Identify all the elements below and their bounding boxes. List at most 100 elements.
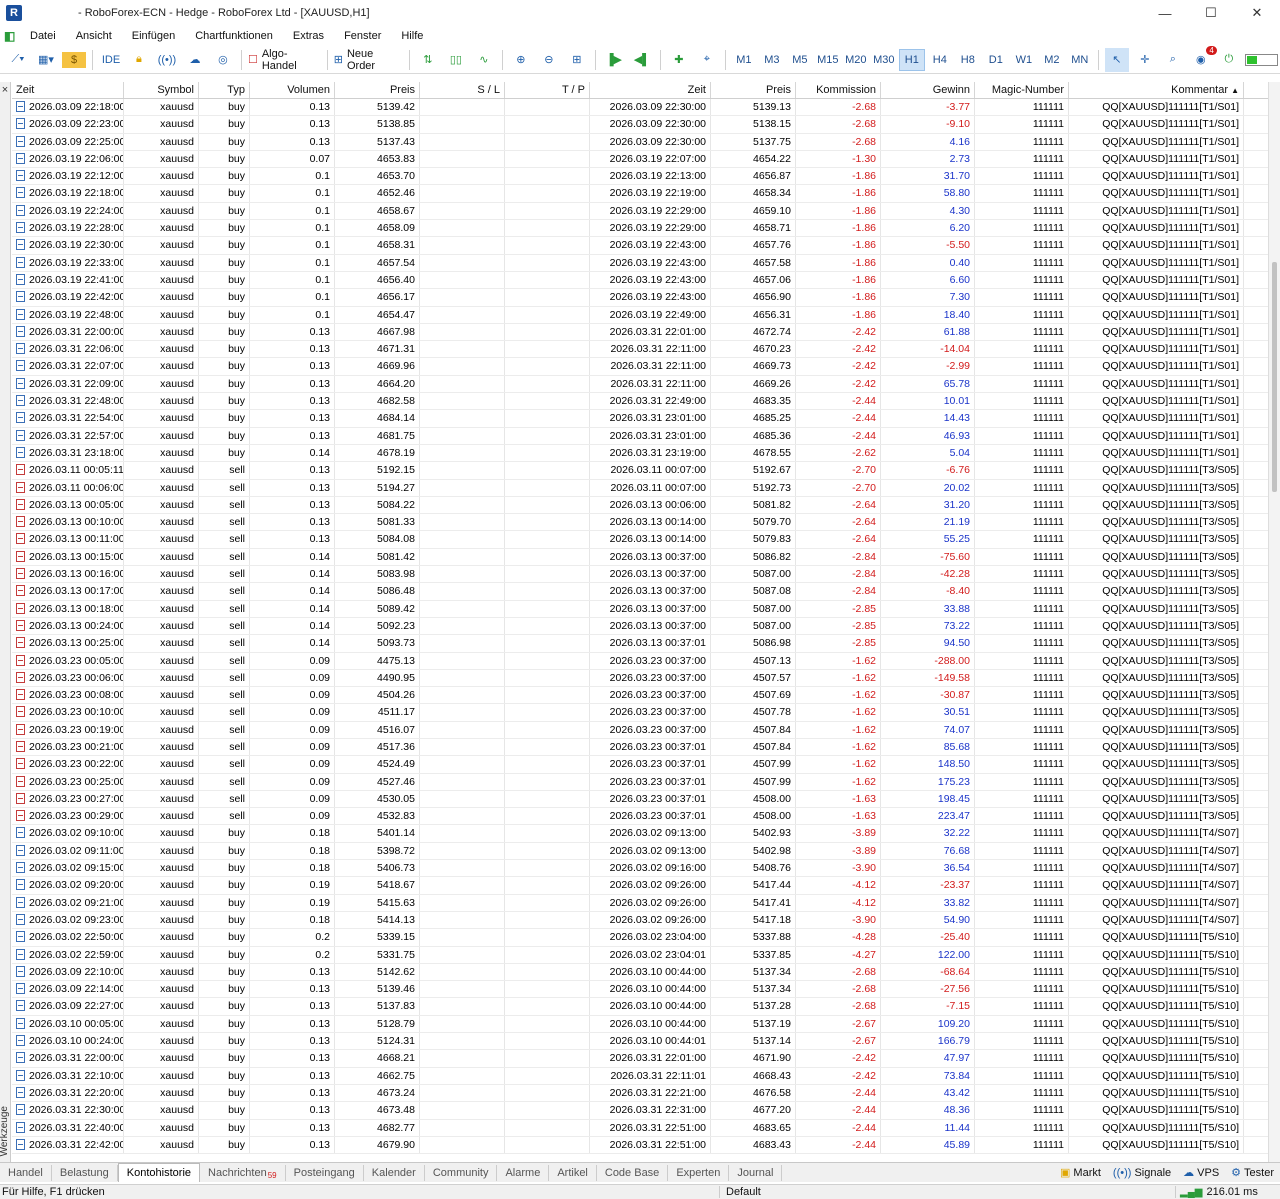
chart-type-icon[interactable]: ⟋▾ [6,48,30,72]
timeframe-mn[interactable]: MN [1067,49,1093,71]
status-profile[interactable]: Default [720,1186,1176,1198]
table-row[interactable]: 2026.03.31 22:30:00 xauusd buy 0.13 4673.48 2… [12,1102,1268,1120]
tab-community[interactable]: Community [425,1164,498,1181]
tester-button[interactable]: ⚙ Tester [1225,1166,1280,1180]
header-kommentar[interactable]: Kommentar ▲ [1069,82,1244,98]
table-row[interactable]: 2026.03.23 00:27:00 xauusd sell 0.09 4530.05… [12,790,1268,809]
timeframe-w1[interactable]: W1 [1011,49,1037,71]
cursor-icon[interactable]: ↖ [1104,47,1129,72]
header-magic-number[interactable]: Magic-Number [975,82,1069,98]
table-row[interactable]: 2026.03.19 22:18:00 xauusd buy 0.1 4652.46 20… [12,185,1268,203]
header-gewinn[interactable]: Gewinn [881,82,975,98]
ide-button[interactable]: IDE [99,48,123,72]
line-chart-icon[interactable]: ∿ [472,48,496,72]
close-panel-icon[interactable]: × [0,84,10,96]
market-button[interactable]: ▣ Markt [1054,1166,1107,1180]
table-row[interactable]: 2026.03.31 22:42:00 xauusd buy 0.13 4679.90 2… [12,1136,1268,1155]
header-kommission[interactable]: Kommission [796,82,881,98]
menu-chartfunktionen[interactable]: Chartfunktionen [185,30,283,42]
table-row[interactable]: 2026.03.31 23:18:00 xauusd buy 0.14 4678.19 2… [12,444,1268,463]
timeframe-h4[interactable]: H4 [927,49,953,71]
header-volumen[interactable]: Volumen [250,82,335,98]
header-sl[interactable]: S / L [420,82,505,98]
table-row[interactable]: 2026.03.31 22:00:00 xauusd buy 0.13 4667.98 2… [12,323,1268,342]
table-row[interactable]: 2026.03.13 00:05:00 xauusd sell 0.13 5084.22… [12,496,1268,515]
table-row[interactable]: 2026.03.02 22:59:00 xauusd buy 0.2 5331.75 20… [12,946,1268,964]
table-row[interactable]: 2026.03.13 00:11:00 xauusd sell 0.13 5084.08… [12,531,1268,549]
table-row[interactable]: 2026.03.19 22:33:00 xauusd buy 0.1 4657.54 20… [12,254,1268,272]
tab-nachrichten[interactable]: Nachrichten59 [200,1164,286,1181]
table-row[interactable]: 2026.03.02 09:23:00 xauusd buy 0.18 5414.13 2… [12,911,1268,930]
trade-icon[interactable]: $ [62,51,86,68]
table-row[interactable]: 2026.03.23 00:25:00 xauusd sell 0.09 4527.46… [12,773,1268,791]
timeframe-m15[interactable]: M15 [815,49,841,71]
table-row[interactable]: 2026.03.19 22:24:00 xauusd buy 0.1 4658.67 20… [12,202,1268,221]
tab-handel[interactable]: Handel [0,1164,52,1181]
table-row[interactable]: 2026.03.31 22:40:00 xauusd buy 0.13 4682.77 2… [12,1119,1268,1137]
timeframe-m2[interactable]: M2 [1039,49,1065,71]
close-icon[interactable]: ✕ [1234,0,1280,26]
table-row[interactable]: 2026.03.19 22:41:00 xauusd buy 0.1 4656.40 20… [12,271,1268,290]
menu-extras[interactable]: Extras [283,30,334,42]
candles-icon[interactable]: ▯▯ [444,48,468,72]
table-row[interactable]: 2026.03.09 22:10:00 xauusd buy 0.13 5142.62 2… [12,963,1268,982]
signals-button[interactable]: ((•)) Signale [1107,1167,1177,1179]
table-row[interactable]: 2026.03.02 09:10:00 xauusd buy 0.18 5401.14 2… [12,825,1268,843]
table-row[interactable]: 2026.03.13 00:10:00 xauusd sell 0.13 5081.33… [12,514,1268,532]
indicators-icon[interactable]: ✚ [667,48,691,72]
tab-experten[interactable]: Experten [668,1164,730,1181]
table-row[interactable]: 2026.03.09 22:14:00 xauusd buy 0.13 5139.46 2… [12,981,1268,999]
table-row[interactable]: 2026.03.10 00:05:00 xauusd buy 0.13 5128.79 2… [12,1015,1268,1034]
tab-posteingang[interactable]: Posteingang [286,1164,364,1181]
table-row[interactable]: 2026.03.23 00:05:00 xauusd sell 0.09 4475.13… [12,652,1268,670]
table-row[interactable]: 2026.03.23 00:19:00 xauusd sell 0.09 4516.07… [12,721,1268,739]
table-row[interactable]: 2026.03.13 00:17:00 xauusd sell 0.14 5086.48… [12,583,1268,601]
lock-icon[interactable]: 🔒︎ [127,48,151,72]
timeframe-m5[interactable]: M5 [787,49,813,71]
table-row[interactable]: 2026.03.19 22:12:00 xauusd buy 0.1 4653.70 20… [12,168,1268,186]
table-row[interactable]: 2026.03.31 22:00:00 xauusd buy 0.13 4668.21 2… [12,1050,1268,1068]
table-row[interactable]: 2026.03.31 22:57:00 xauusd buy 0.13 4681.75 2… [12,427,1268,445]
tab-code-base[interactable]: Code Base [597,1164,669,1181]
search-icon[interactable]: ⌕ [1161,48,1185,72]
tab-journal[interactable]: Journal [729,1164,783,1181]
table-row[interactable]: 2026.03.10 00:24:00 xauusd buy 0.13 5124.31 2… [12,1033,1268,1051]
table-row[interactable]: 2026.03.02 09:15:00 xauusd buy 0.18 5406.73 2… [12,860,1268,878]
screenshot-icon[interactable]: ⌖ [695,48,719,72]
table-row[interactable]: 2026.03.31 22:06:00 xauusd buy 0.13 4671.31 2… [12,341,1268,359]
table-row[interactable]: 2026.03.19 22:28:00 xauusd buy 0.1 4658.09 20… [12,220,1268,238]
terminal-logo-icon[interactable]: ◧ [4,29,18,43]
zoom-out-icon[interactable]: ⊖ [537,48,561,72]
menu-datei[interactable]: Datei [20,30,66,42]
timeframe-m30[interactable]: M30 [871,49,897,71]
signal-icon[interactable]: ((•)) [155,48,179,72]
header-close-preis[interactable]: Preis [711,82,796,98]
table-row[interactable]: 2026.03.09 22:23:00 xauusd buy 0.13 5138.85 2… [12,116,1268,134]
table-row[interactable]: 2026.03.13 00:16:00 xauusd sell 0.14 5083.98… [12,566,1268,584]
table-row[interactable]: 2026.03.31 22:20:00 xauusd buy 0.13 4673.24 2… [12,1084,1268,1103]
scrollbar-thumb[interactable] [1272,262,1277,492]
table-row[interactable]: 2026.03.23 00:06:00 xauusd sell 0.09 4490.95… [12,669,1268,688]
table-row[interactable]: 2026.03.09 22:18:00 xauusd buy 0.13 5139.42 2… [12,99,1268,117]
menu-fenster[interactable]: Fenster [334,30,391,42]
alerts-icon[interactable]: ◉ 4 [1189,45,1217,72]
tab-kontohistorie[interactable]: Kontohistorie [117,1163,201,1182]
timeframe-d1[interactable]: D1 [983,49,1009,71]
header-zeit[interactable]: Zeit [12,82,124,98]
table-row[interactable]: 2026.03.02 22:50:00 xauusd buy 0.2 5339.15 20… [12,929,1268,947]
crosshair-icon[interactable]: ✛ [1133,48,1157,72]
cloud-icon[interactable]: ☁ [183,48,207,72]
table-row[interactable]: 2026.03.23 00:21:00 xauusd sell 0.09 4517.36… [12,738,1268,757]
table-row[interactable]: 2026.03.09 22:25:00 xauusd buy 0.13 5137.43 2… [12,133,1268,151]
minimize-icon[interactable]: — [1142,0,1188,26]
timeframe-m1[interactable]: M1 [731,49,757,71]
header-tp[interactable]: T / P [505,82,590,98]
grid-icon[interactable]: ⊞ [565,48,589,72]
table-row[interactable]: 2026.03.13 00:24:00 xauusd sell 0.14 5092.23… [12,617,1268,636]
table-row[interactable]: 2026.03.19 22:30:00 xauusd buy 0.1 4658.31 20… [12,237,1268,255]
table-row[interactable]: 2026.03.02 09:20:00 xauusd buy 0.19 5418.67 2… [12,877,1268,895]
timeframe-h8[interactable]: H8 [955,49,981,71]
connection-icon[interactable]: ⏻ [1217,48,1241,72]
status-connection[interactable]: ▂▄▆ 216.01 ms [1176,1186,1258,1198]
vps-button[interactable]: ☁ VPS [1177,1166,1225,1180]
